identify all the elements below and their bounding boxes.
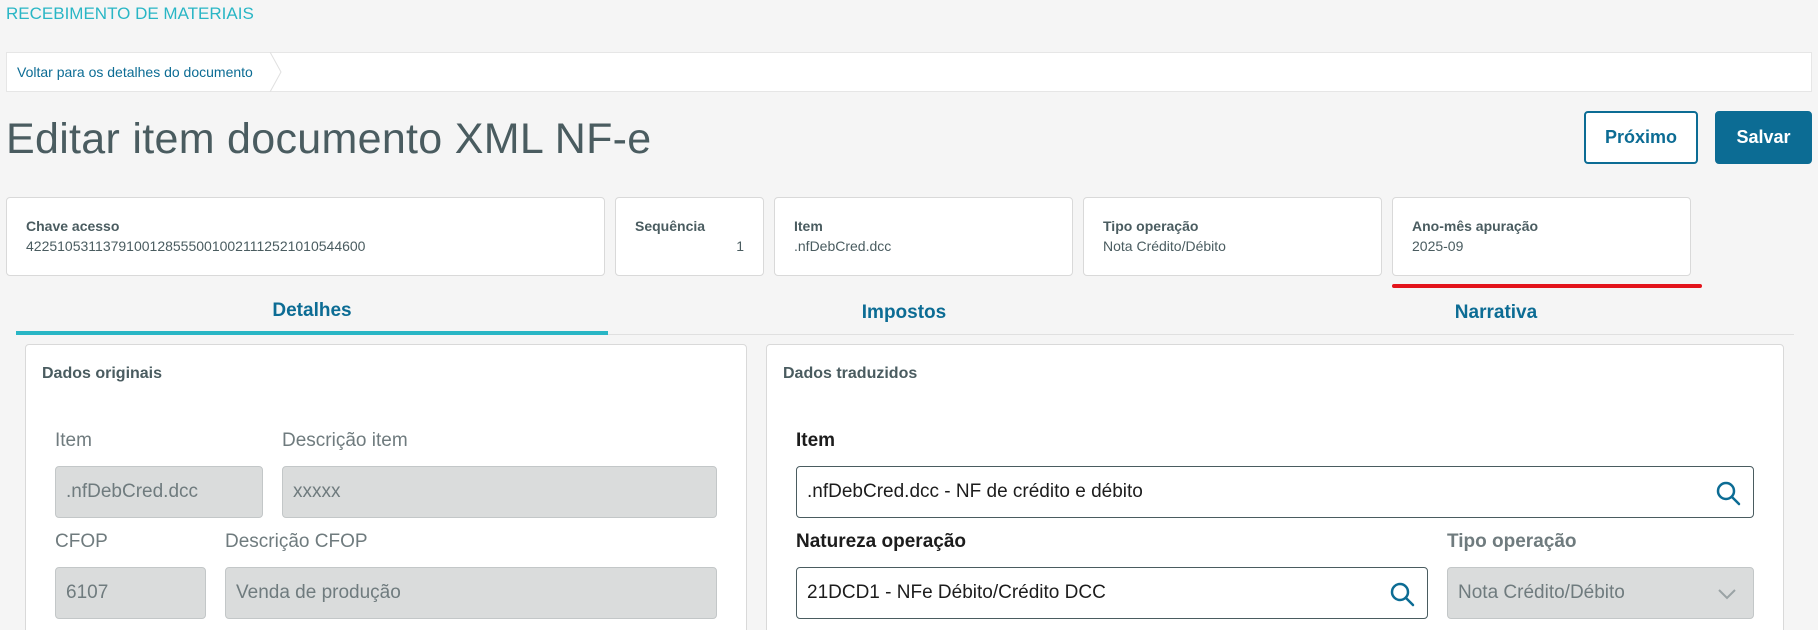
- item-search-value: .nfDebCred.dcc - NF de crédito e débito: [807, 481, 1143, 502]
- item-field-label: Item: [796, 430, 836, 451]
- sequence-value: 1: [736, 238, 744, 254]
- item-label: Item: [794, 218, 823, 234]
- breadcrumb: Voltar para os detalhes do documento: [6, 52, 1812, 92]
- original-data-panel: Dados originais Item .nfDebCred.dcc Desc…: [25, 344, 747, 630]
- nature-operation-label: Natureza operação: [796, 531, 967, 552]
- nature-operation-input[interactable]: 21DCD1 - NFe Débito/Crédito DCC: [796, 567, 1428, 619]
- page-title: Editar item documento XML NF-e: [6, 115, 652, 163]
- module-title: RECEBIMENTO DE MATERIAIS: [6, 4, 254, 23]
- cfop-field: 6107: [55, 567, 206, 619]
- original-item-field: .nfDebCred.dcc: [55, 466, 263, 518]
- item-value: .nfDebCred.dcc: [794, 238, 892, 254]
- tab-impostos[interactable]: Impostos: [608, 290, 1200, 335]
- item-card: Item .nfDebCred.dcc: [774, 197, 1073, 276]
- breadcrumb-back-link[interactable]: Voltar para os detalhes do documento: [17, 64, 253, 80]
- cfop-description-value: Venda de produção: [236, 582, 401, 603]
- translated-data-panel: Dados traduzidos Item .nfDebCred.dcc - N…: [766, 344, 1784, 630]
- search-icon[interactable]: [1715, 480, 1741, 506]
- item-description-label: Descrição item: [282, 430, 408, 451]
- chevron-right-icon: [269, 52, 282, 92]
- search-icon[interactable]: [1389, 581, 1415, 607]
- operation-type-value: Nota Crédito/Débito: [1458, 582, 1625, 603]
- nature-operation-value: 21DCD1 - NFe Débito/Crédito DCC: [807, 582, 1106, 603]
- highlight-underline: [1392, 284, 1702, 288]
- period-card: Ano-mês apuração 2025-09: [1392, 197, 1691, 276]
- chevron-down-icon: [1718, 589, 1736, 600]
- item-field-label: Item: [55, 430, 92, 451]
- operation-type-label: Tipo operação: [1447, 531, 1577, 552]
- access-key-label: Chave acesso: [26, 218, 120, 234]
- item-description-value: xxxxx: [293, 481, 341, 502]
- operation-type-label: Tipo operação: [1103, 218, 1199, 234]
- panel-title: Dados originais: [42, 365, 163, 382]
- sequence-card: Sequência 1: [615, 197, 764, 276]
- tab-narrativa[interactable]: Narrativa: [1200, 290, 1792, 335]
- access-key-card: Chave acesso 422510531137910012855500100…: [6, 197, 605, 276]
- cfop-value: 6107: [66, 582, 109, 603]
- item-search-input[interactable]: .nfDebCred.dcc - NF de crédito e débito: [796, 466, 1754, 518]
- operation-type-value: Nota Crédito/Débito: [1103, 238, 1226, 254]
- tab-bar: Detalhes Impostos Narrativa: [16, 290, 1794, 335]
- period-label: Ano-mês apuração: [1412, 218, 1539, 234]
- original-item-value: .nfDebCred.dcc: [66, 481, 199, 502]
- sequence-label: Sequência: [635, 218, 706, 234]
- operation-type-card: Tipo operação Nota Crédito/Débito: [1083, 197, 1382, 276]
- panel-title: Dados traduzidos: [783, 365, 918, 382]
- cfop-description-field: Venda de produção: [225, 567, 717, 619]
- cfop-description-label: Descrição CFOP: [225, 531, 368, 552]
- access-key-value: 4225105311379100128555001002111252101054…: [26, 238, 366, 254]
- next-button[interactable]: Próximo: [1584, 111, 1698, 164]
- cfop-label: CFOP: [55, 531, 108, 552]
- period-value: 2025-09: [1412, 238, 1464, 254]
- operation-type-select: Nota Crédito/Débito: [1447, 567, 1754, 619]
- item-description-field: xxxxx: [282, 466, 717, 518]
- tab-detalhes[interactable]: Detalhes: [16, 290, 608, 335]
- save-button[interactable]: Salvar: [1715, 111, 1812, 164]
